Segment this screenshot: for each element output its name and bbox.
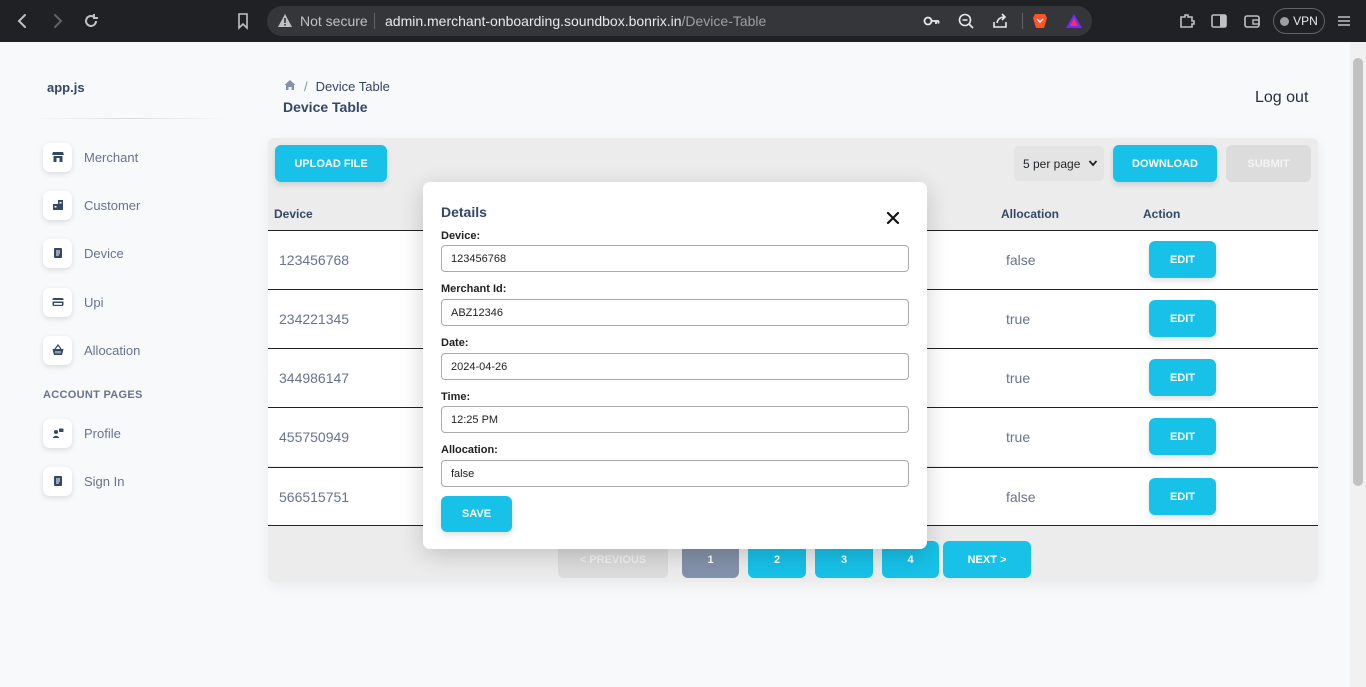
- security-label[interactable]: Not secure: [300, 13, 368, 29]
- omnibox-divider: [1022, 13, 1023, 29]
- sidebar: app.js Merchant Customer Device Upi Allo…: [0, 42, 245, 687]
- column-header-action: Action: [1143, 207, 1181, 221]
- brand-name[interactable]: app.js: [47, 80, 85, 95]
- allocation-cell: false: [1006, 252, 1036, 268]
- submit-button[interactable]: SUBMIT: [1226, 145, 1311, 182]
- date-field[interactable]: 2024-04-26: [441, 353, 909, 380]
- device-cell: 123456768: [279, 252, 350, 268]
- column-header-device: Device: [274, 207, 313, 221]
- device-cell: 566515751: [279, 489, 350, 505]
- share-icon[interactable]: [991, 12, 1009, 30]
- details-modal: Details Device: 123456768 Merchant Id: A…: [423, 182, 927, 549]
- sidebar-toggle-icon[interactable]: [1207, 9, 1231, 33]
- edit-button[interactable]: EDIT: [1149, 478, 1216, 515]
- sidebar-item-label: Upi: [84, 294, 104, 310]
- next-page-button[interactable]: NEXT >: [943, 541, 1031, 578]
- sidebar-item-merchant[interactable]: Merchant: [43, 142, 138, 172]
- basket-icon: [43, 335, 72, 365]
- device-cell: 455750949: [279, 429, 350, 445]
- credit-card-icon: [43, 287, 72, 317]
- office-icon: [43, 190, 72, 220]
- allocation-cell: true: [1006, 311, 1031, 327]
- address-bar[interactable]: Not secure admin.merchant-onboarding.sou…: [267, 6, 1092, 36]
- sidebar-item-sign-in[interactable]: Sign In: [43, 466, 124, 496]
- edit-button[interactable]: EDIT: [1149, 359, 1216, 396]
- brave-rewards-icon[interactable]: [1065, 12, 1083, 30]
- edit-button[interactable]: EDIT: [1149, 418, 1216, 455]
- close-icon[interactable]: [886, 211, 900, 225]
- wallet-icon[interactable]: [1240, 9, 1264, 33]
- chevron-down-icon: [1088, 160, 1098, 167]
- key-icon[interactable]: [923, 12, 941, 30]
- customer-support-icon: [43, 418, 72, 448]
- merchant-id-label: Merchant Id:: [441, 283, 507, 295]
- reload-icon[interactable]: [79, 9, 103, 33]
- allocation-cell: true: [1006, 429, 1031, 445]
- brave-shield-icon[interactable]: [1031, 12, 1049, 30]
- breadcrumb-current: Device Table: [315, 79, 390, 94]
- modal-title: Details: [441, 204, 487, 220]
- extensions-icon[interactable]: [1175, 9, 1199, 33]
- url-host: admin.merchant-onboarding.soundbox.bonri…: [385, 13, 682, 29]
- edit-button[interactable]: EDIT: [1149, 241, 1216, 278]
- page-title: Device Table: [283, 99, 368, 115]
- section-heading: ACCOUNT PAGES: [43, 389, 143, 401]
- device-label: Device:: [441, 230, 481, 242]
- sidebar-item-customer[interactable]: Customer: [43, 190, 140, 220]
- device-cell: 344986147: [279, 370, 350, 386]
- time-field[interactable]: 12:25 PM: [441, 406, 909, 433]
- bookmark-icon[interactable]: [231, 9, 255, 33]
- vpn-button[interactable]: VPN: [1273, 8, 1325, 34]
- sidebar-item-device[interactable]: Device: [43, 238, 124, 268]
- omnibox-divider: [374, 13, 375, 29]
- vpn-status-icon: [1280, 16, 1290, 26]
- scrollbar-thumb[interactable]: [1353, 58, 1363, 486]
- document-icon: [43, 466, 72, 496]
- date-label: Date:: [441, 337, 469, 349]
- breadcrumb-separator: /: [304, 79, 308, 94]
- shop-icon: [43, 142, 72, 172]
- allocation-cell: true: [1006, 370, 1031, 386]
- merchant-id-field[interactable]: ABZ12346: [441, 299, 909, 326]
- allocation-label: Allocation:: [441, 444, 498, 456]
- breadcrumb: / Device Table: [284, 79, 390, 94]
- sidebar-item-upi[interactable]: Upi: [43, 287, 104, 317]
- url-text[interactable]: admin.merchant-onboarding.soundbox.bonri…: [385, 13, 766, 29]
- sidebar-item-profile[interactable]: Profile: [43, 418, 121, 448]
- logout-link[interactable]: Log out: [1255, 89, 1308, 107]
- device-field[interactable]: 123456768: [441, 245, 909, 272]
- time-label: Time:: [441, 391, 471, 403]
- sidebar-item-allocation[interactable]: Allocation: [43, 335, 140, 365]
- back-icon[interactable]: [11, 9, 35, 33]
- edit-button[interactable]: EDIT: [1149, 300, 1216, 337]
- zoom-out-icon[interactable]: [957, 12, 975, 30]
- warning-icon[interactable]: [277, 13, 293, 34]
- vpn-label: VPN: [1293, 14, 1318, 28]
- per-page-value: 5 per page: [1023, 156, 1081, 171]
- allocation-cell: false: [1006, 489, 1036, 505]
- menu-icon[interactable]: [1332, 9, 1356, 33]
- column-header-allocation: Allocation: [1001, 207, 1060, 221]
- upload-file-button[interactable]: UPLOAD FILE: [275, 145, 387, 182]
- device-cell: 234221345: [279, 311, 350, 327]
- url-path: /Device-Table: [681, 13, 767, 29]
- sidebar-item-label: Device: [84, 245, 124, 261]
- sidebar-item-label: Merchant: [84, 149, 139, 165]
- sidebar-divider: [32, 118, 227, 119]
- home-icon[interactable]: [284, 79, 296, 94]
- document-icon: [43, 238, 72, 268]
- save-button[interactable]: SAVE: [441, 496, 512, 532]
- allocation-field[interactable]: false: [441, 460, 909, 487]
- per-page-select[interactable]: 5 per page: [1014, 146, 1104, 181]
- sidebar-item-label: Customer: [84, 197, 141, 213]
- download-button[interactable]: DOWNLOAD: [1113, 145, 1217, 182]
- sidebar-item-label: Allocation: [84, 342, 141, 358]
- browser-toolbar: Not secure admin.merchant-onboarding.sou…: [0, 0, 1366, 42]
- forward-icon[interactable]: [45, 9, 69, 33]
- sidebar-item-label: Sign In: [84, 473, 125, 489]
- sidebar-item-label: Profile: [84, 425, 121, 441]
